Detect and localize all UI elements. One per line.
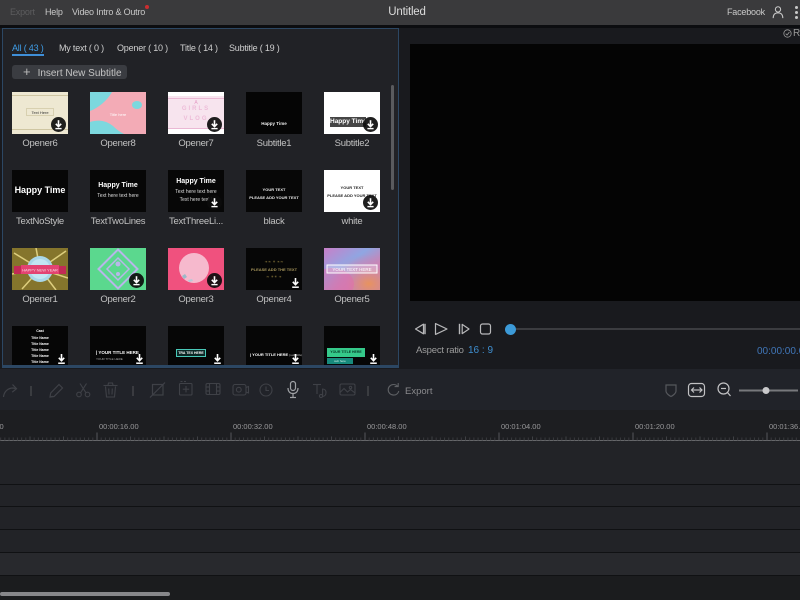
- svg-text:HAPPY NEW YEAR: HAPPY NEW YEAR: [22, 268, 58, 273]
- svg-text:YOUR TEXT HERE: YOUR TEXT HERE: [332, 267, 371, 272]
- svg-text:Title here: Title here: [110, 112, 127, 117]
- svg-text:Export: Export: [405, 386, 433, 397]
